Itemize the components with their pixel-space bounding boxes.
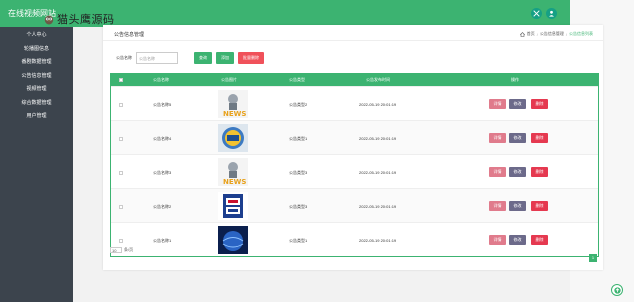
page-size-select[interactable]: 10 xyxy=(110,247,122,253)
page-number-button[interactable]: 1 xyxy=(589,254,597,262)
notice-name: 公告名称5 xyxy=(153,102,172,107)
sidebar-item-data[interactable]: 综合数据管理 xyxy=(0,97,73,111)
breadcrumb: 首页 / 公告信息管理 / 公告信息列表 xyxy=(519,31,593,37)
sidebar-item-video[interactable]: 视频管理 xyxy=(0,83,73,97)
delete-button[interactable]: 删除 xyxy=(531,235,548,245)
notice-time: 2022-05-19 20:01:19 xyxy=(359,136,397,141)
sidebar-item-notice[interactable]: 公告信息管理 xyxy=(0,70,73,84)
breadcrumb-current: 公告信息列表 xyxy=(569,31,593,36)
edit-button[interactable]: 修改 xyxy=(509,167,526,177)
edit-button[interactable]: 修改 xyxy=(509,201,526,211)
home-icon xyxy=(519,31,525,37)
add-button[interactable]: 添加 xyxy=(216,52,234,64)
delete-button[interactable]: 删除 xyxy=(531,133,548,143)
page-title: 公告信息管理 xyxy=(114,32,145,38)
search-label: 公告名称 xyxy=(116,55,132,60)
news-globe-image xyxy=(218,226,248,254)
column-header-type: 公告类型 xyxy=(289,77,305,82)
scroll-top-button[interactable] xyxy=(611,284,623,296)
detail-button[interactable]: 详情 xyxy=(489,201,506,211)
notice-time: 2022-05-19 20:01:19 xyxy=(359,102,397,107)
svg-text:NEWS: NEWS xyxy=(223,110,246,118)
cctv-news-logo-image xyxy=(218,192,248,220)
row-checkbox[interactable] xyxy=(119,239,123,243)
table-row: 公告名称1 公告类型1 2022-05-19 20:01:19 详情 修改 删除 xyxy=(111,222,598,256)
notice-name: 公告名称1 xyxy=(153,238,172,243)
data-table: 公告名称 公告图片 公告类型 公告发布时间 操作 公告名称5 NEWS 公告类型… xyxy=(110,73,599,257)
content-panel: 公告信息管理 首页 / 公告信息管理 / 公告信息列表 公告名称 查询 添加 批… xyxy=(103,25,603,270)
edit-button[interactable]: 修改 xyxy=(509,99,526,109)
breadcrumb-section[interactable]: 公告信息管理 xyxy=(540,31,564,37)
delete-button[interactable]: 删除 xyxy=(531,99,548,109)
news-mascot-image: NEWS xyxy=(218,90,248,118)
column-header-image: 公告图片 xyxy=(221,77,237,82)
pagination: 10 条/页 xyxy=(110,247,133,253)
sidebar-item-users[interactable]: 用户管理 xyxy=(0,110,73,124)
notice-type: 公告类型3 xyxy=(289,204,308,209)
delete-button[interactable]: 删除 xyxy=(531,167,548,177)
select-all-checkbox[interactable] xyxy=(119,78,123,82)
page-size-suffix: 条/页 xyxy=(124,247,134,252)
edit-button[interactable]: 修改 xyxy=(509,133,526,143)
table-row: 公告名称4 公告类型1 2022-05-19 20:01:19 详情 修改 删除 xyxy=(111,120,598,154)
sidebar: 个人中心 轮播图信息 番剧数据管理 公告信息管理 视频管理 综合数据管理 用户管… xyxy=(0,27,73,302)
row-checkbox[interactable] xyxy=(119,205,123,209)
search-input[interactable] xyxy=(136,52,178,64)
notice-name: 公告名称2 xyxy=(153,204,172,209)
table-row: 公告名称5 NEWS 公告类型2 2022-05-19 20:01:19 详情 … xyxy=(111,86,598,120)
notice-time: 2022-05-19 20:01:19 xyxy=(359,238,397,243)
news-mascot-image: NEWS xyxy=(218,158,248,186)
detail-button[interactable]: 详情 xyxy=(489,99,506,109)
column-header-name: 公告名称 xyxy=(153,77,169,82)
notice-time: 2022-05-19 20:01:19 xyxy=(359,204,397,209)
breadcrumb-separator: / xyxy=(536,31,538,37)
owl-icon xyxy=(44,15,54,24)
edit-button[interactable]: 修改 xyxy=(509,235,526,245)
arrow-up-icon xyxy=(613,286,621,294)
notice-type: 公告类型1 xyxy=(289,136,308,141)
detail-button[interactable]: 详情 xyxy=(489,133,506,143)
breadcrumb-home[interactable]: 首页 xyxy=(527,31,535,37)
page-size-value: 10 xyxy=(112,248,117,253)
delete-button[interactable]: 删除 xyxy=(531,201,548,211)
query-button[interactable]: 查询 xyxy=(194,52,212,64)
user-icon[interactable] xyxy=(546,8,557,19)
notice-type: 公告类型1 xyxy=(289,238,308,243)
breadcrumb-separator: / xyxy=(565,31,567,37)
notice-name: 公告名称4 xyxy=(153,136,172,141)
column-header-actions: 操作 xyxy=(511,77,519,82)
notice-type: 公告类型2 xyxy=(289,102,308,107)
panel-header: 公告信息管理 首页 / 公告信息管理 / 公告信息列表 xyxy=(103,25,603,41)
detail-button[interactable]: 详情 xyxy=(489,235,506,245)
notice-time: 2022-05-19 20:01:19 xyxy=(359,170,397,175)
search-row: 公告名称 查询 添加 批量删除 xyxy=(116,52,264,64)
notice-type: 公告类型3 xyxy=(289,170,308,175)
notice-name: 公告名称3 xyxy=(153,170,172,175)
sidebar-item-carousel[interactable]: 轮播图信息 xyxy=(0,43,73,57)
table-header: 公告名称 公告图片 公告类型 公告发布时间 操作 xyxy=(111,74,598,86)
sidebar-item-profile[interactable]: 个人中心 xyxy=(0,29,73,43)
table-row: 公告名称2 公告类型3 2022-05-19 20:01:19 详情 修改 删除 xyxy=(111,188,598,222)
row-checkbox[interactable] xyxy=(119,137,123,141)
sidebar-item-anime[interactable]: 番剧数据管理 xyxy=(0,56,73,70)
table-row: 公告名称3 NEWS 公告类型3 2022-05-19 20:01:19 详情 … xyxy=(111,154,598,188)
batch-delete-button[interactable]: 批量删除 xyxy=(238,52,264,64)
expand-icon[interactable] xyxy=(531,8,542,19)
row-checkbox[interactable] xyxy=(119,103,123,107)
news-badge-image xyxy=(218,124,248,152)
row-checkbox[interactable] xyxy=(119,171,123,175)
column-header-time: 公告发布时间 xyxy=(366,77,390,82)
svg-text:NEWS: NEWS xyxy=(223,178,246,186)
detail-button[interactable]: 详情 xyxy=(489,167,506,177)
